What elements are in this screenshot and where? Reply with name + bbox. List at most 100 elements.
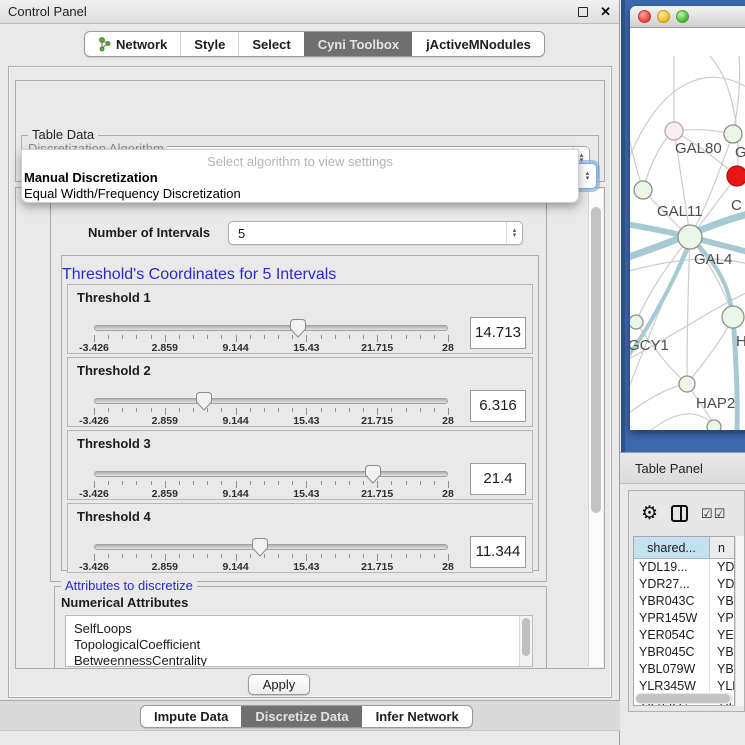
table-panel-title: Table Panel bbox=[635, 461, 703, 476]
table-row[interactable]: YBR043CYBR0 bbox=[634, 593, 734, 610]
settings-vertical-scrollbar[interactable] bbox=[588, 189, 603, 667]
tab-label: Infer Network bbox=[376, 709, 459, 724]
float-window-icon[interactable] bbox=[578, 7, 588, 17]
threshold-slider[interactable] bbox=[94, 325, 448, 331]
table-row[interactable]: YDR27...YDR2 bbox=[634, 576, 734, 593]
table-row[interactable]: YBR045CYBR0 bbox=[634, 644, 734, 661]
threshold-slider[interactable] bbox=[94, 544, 448, 550]
scrollbar-thumb[interactable] bbox=[522, 618, 530, 656]
tab-label: Style bbox=[194, 37, 225, 52]
table-horizontal-scrollbar[interactable] bbox=[635, 693, 733, 704]
control-panel: Control Panel ✕ NetworkStyleSelectCyni T… bbox=[0, 0, 620, 745]
bottom-tab-bar: Impute DataDiscretize Data Infer Network bbox=[140, 705, 473, 728]
tab-jactivemnodules[interactable]: jActiveMNodules bbox=[412, 32, 544, 56]
node-label: GA bbox=[735, 144, 745, 161]
node-label: GAL4 bbox=[694, 251, 732, 268]
threshold-panel: Threshold 1 -3.4262.8599.14415.4321.7152… bbox=[67, 284, 533, 354]
column-header-shared-name[interactable]: shared... bbox=[634, 537, 710, 558]
threshold-coordinates-group: Threshold's Coordinates for 5 Intervals … bbox=[61, 255, 539, 571]
top-tab-bar: Network Style SelectCyni ToolboxjActiveMNo… bbox=[84, 31, 545, 57]
node-selected-red[interactable] bbox=[727, 166, 745, 186]
node-gal11[interactable] bbox=[634, 181, 652, 199]
cell-name[interactable]: YER0 bbox=[710, 627, 734, 644]
node-right[interactable] bbox=[722, 306, 744, 328]
cell-shared-name[interactable]: YER054C bbox=[634, 627, 710, 644]
cell-name[interactable]: YBR0 bbox=[710, 644, 734, 661]
slider-tick-labels: -3.4262.8599.14415.4321.71528 bbox=[94, 488, 448, 500]
node-gal80[interactable] bbox=[665, 122, 683, 140]
table-row[interactable]: YDL19...YDL1 bbox=[634, 559, 734, 576]
threshold-slider[interactable] bbox=[94, 471, 448, 477]
cell-name[interactable]: YBL0 bbox=[710, 661, 734, 678]
gear-icon[interactable]: ⚙ bbox=[641, 504, 658, 523]
cell-name[interactable]: YDL1 bbox=[710, 559, 734, 576]
node-bottom[interactable] bbox=[707, 420, 721, 430]
threshold-value-field[interactable]: 11.344 bbox=[470, 536, 526, 568]
scrollbar-thumb[interactable] bbox=[636, 694, 730, 703]
tab-cyni-toolbox[interactable]: Cyni Toolbox bbox=[304, 32, 412, 56]
cell-shared-name[interactable]: YBR045C bbox=[634, 644, 710, 661]
network-window: GAL80GACGAL11GAL4GCY1HHAP2 bbox=[630, 6, 745, 430]
threshold-value-field[interactable]: 6.316 bbox=[470, 390, 526, 422]
interval-definition-group: Interval Definition Number of Intervals … bbox=[50, 198, 547, 582]
tab-style[interactable]: Style bbox=[180, 32, 238, 56]
cell-shared-name[interactable]: YDL19... bbox=[634, 559, 710, 576]
algorithm-option-manual[interactable]: Manual Discretization bbox=[22, 169, 578, 185]
numerical-attributes-label: Numerical Attributes bbox=[61, 595, 188, 610]
apply-button[interactable]: Apply bbox=[248, 674, 310, 695]
attribute-item[interactable]: BetweennessCentrality bbox=[74, 653, 532, 667]
zoom-traffic-light[interactable] bbox=[676, 10, 689, 23]
table-row[interactable]: YBL079WYBL0 bbox=[634, 661, 734, 678]
minimize-traffic-light[interactable] bbox=[657, 10, 670, 23]
threshold-panel: Threshold 3 -3.4262.8599.14415.4321.7152… bbox=[67, 430, 533, 500]
split-columns-icon[interactable] bbox=[671, 505, 688, 522]
close-icon[interactable]: ✕ bbox=[600, 7, 611, 17]
node-gal4[interactable] bbox=[678, 225, 702, 249]
table-panel-toolbar: ⚙ ☑☑ bbox=[629, 491, 744, 536]
column-header-name[interactable]: n bbox=[710, 537, 734, 558]
tab-impute-data[interactable]: Impute Data bbox=[141, 706, 241, 727]
table-vertical-scrollbar[interactable] bbox=[735, 536, 744, 706]
table-data-group-title: Table Data bbox=[28, 128, 98, 142]
network-canvas[interactable]: GAL80GACGAL11GAL4GCY1HHAP2 bbox=[630, 28, 745, 430]
algorithm-dropdown-popup: Select algorithm to view settings Manual… bbox=[21, 149, 579, 203]
table-row[interactable]: YPR145WYPR1 bbox=[634, 610, 734, 627]
cell-shared-name[interactable]: YBL079W bbox=[634, 661, 710, 678]
node-top-right[interactable] bbox=[724, 125, 742, 143]
threshold-value-field[interactable]: 14.713 bbox=[470, 317, 526, 349]
attribute-item[interactable]: SelfLoops bbox=[74, 621, 532, 637]
node-hap2[interactable] bbox=[679, 376, 695, 392]
cell-shared-name[interactable]: YBR043C bbox=[634, 593, 710, 610]
checked-box-icons[interactable]: ☑☑ bbox=[701, 506, 726, 522]
tab-discretize-data[interactable]: Discretize Data bbox=[241, 706, 361, 727]
number-of-intervals-combo[interactable]: 5 ▴▾ bbox=[228, 221, 523, 245]
tab-network[interactable]: Network bbox=[85, 32, 180, 56]
attribute-items: SelfLoopsTopologicalCoefficientBetweenne… bbox=[66, 616, 532, 667]
tab-select[interactable]: Select bbox=[238, 32, 303, 56]
cell-shared-name[interactable]: YDR27... bbox=[634, 576, 710, 593]
table-panel-titlebar: Table Panel bbox=[620, 452, 745, 484]
numerical-attributes-list[interactable]: SelfLoopsTopologicalCoefficientBetweenne… bbox=[65, 615, 533, 667]
node-gcy1[interactable] bbox=[630, 315, 643, 329]
stepper-icon: ▴▾ bbox=[579, 164, 596, 188]
tab-infer-network[interactable]: Infer Network bbox=[362, 706, 472, 727]
cell-name[interactable]: YPR1 bbox=[710, 610, 734, 627]
close-traffic-light[interactable] bbox=[638, 10, 651, 23]
algorithm-option-equal-width[interactable]: Equal Width/Frequency Discretization bbox=[22, 185, 578, 201]
threshold-panel: Threshold 2 -3.4262.8599.14415.4321.7152… bbox=[67, 357, 533, 427]
threshold-group-title: Threshold's Coordinates for 5 Intervals bbox=[62, 266, 336, 283]
node-label: GAL80 bbox=[675, 140, 722, 157]
cell-shared-name[interactable]: YPR145W bbox=[634, 610, 710, 627]
attribute-item[interactable]: TopologicalCoefficient bbox=[74, 637, 532, 653]
scrollbar-thumb[interactable] bbox=[591, 207, 601, 513]
table-panel: ⚙ ☑☑ shared... n YDL19...YDL1YDR27...YDR… bbox=[628, 490, 745, 712]
attributes-scrollbar[interactable] bbox=[519, 616, 532, 666]
algorithm-hint: Select algorithm to view settings bbox=[22, 150, 578, 169]
table-header-row: shared... n bbox=[634, 537, 734, 559]
cell-name[interactable]: YDR2 bbox=[710, 576, 734, 593]
cell-name[interactable]: YBR0 bbox=[710, 593, 734, 610]
threshold-slider[interactable] bbox=[94, 398, 448, 404]
threshold-value-field[interactable]: 21.4 bbox=[470, 463, 526, 495]
table-row[interactable]: YER054CYER0 bbox=[634, 627, 734, 644]
slider-tick-labels: -3.4262.8599.14415.4321.71528 bbox=[94, 561, 448, 573]
